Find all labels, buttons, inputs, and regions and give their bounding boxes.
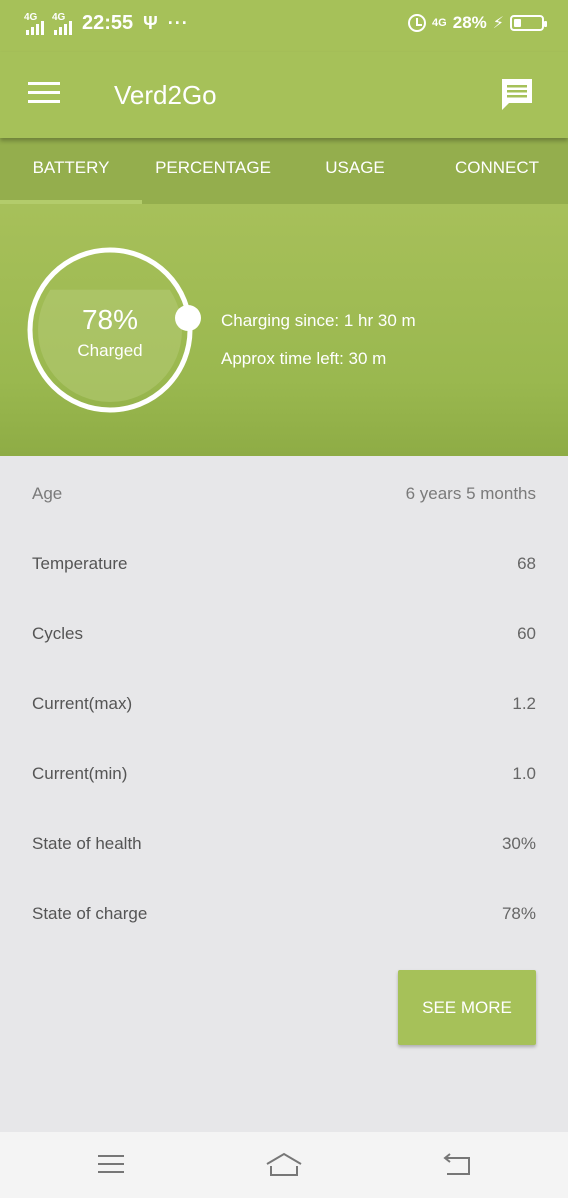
charge-panel: 78% Charged Charging since: 1 hr 30 m Ap…	[0, 204, 568, 456]
status-bar: 4G 4G 22:55 Ψ ··· 4G 28% ⚡	[0, 0, 568, 52]
detail-row-cycles: Cycles 60	[0, 598, 568, 668]
more-icon: ···	[167, 13, 189, 33]
system-nav-bar	[0, 1132, 568, 1198]
detail-value: 30%	[501, 834, 536, 853]
detail-label: State of charge	[32, 904, 148, 923]
usb-icon: Ψ	[143, 13, 158, 33]
alarm-icon	[408, 14, 427, 32]
detail-value: 1.0	[512, 764, 536, 783]
detail-row-temperature: Temperature 68	[0, 528, 568, 598]
detail-value: 68	[517, 554, 536, 573]
detail-row-state-of-health: State of health 30%	[0, 808, 568, 878]
detail-row-current-max: Current(max) 1.2	[0, 668, 568, 738]
tab-connect[interactable]: CONNECT	[426, 138, 568, 204]
recents-icon[interactable]	[91, 1150, 131, 1180]
charge-status: Charged	[77, 341, 143, 360]
time-left: Approx time left: 30 m	[221, 349, 387, 368]
battery-icon	[510, 15, 547, 31]
tab-usage[interactable]: USAGE	[284, 138, 426, 204]
detail-label: State of health	[32, 834, 142, 853]
see-more-button[interactable]: SEE MORE	[398, 970, 536, 1045]
battery-percent: 28%	[452, 13, 487, 32]
detail-label: Current(max)	[32, 694, 133, 713]
back-icon[interactable]	[437, 1150, 477, 1180]
tab-battery[interactable]: BATTERY	[0, 138, 142, 204]
detail-label: Current(min)	[32, 764, 128, 783]
detail-row-current-min: Current(min) 1.0	[0, 738, 568, 808]
detail-label: Temperature	[32, 554, 128, 573]
detail-row-state-of-charge: State of charge 78%	[0, 878, 568, 948]
charging-icon: ⚡	[492, 15, 504, 32]
app-bar: Verd2Go	[0, 52, 568, 138]
detail-value: 1.2	[512, 694, 536, 713]
home-icon[interactable]	[264, 1150, 304, 1180]
detail-value: 78%	[501, 904, 536, 923]
chat-icon[interactable]	[500, 77, 534, 111]
charge-percent: 78%	[81, 304, 139, 335]
signal-icon: 4G	[52, 12, 74, 35]
tab-percentage[interactable]: PERCENTAGE	[142, 138, 284, 204]
network-type: 4G	[432, 17, 447, 29]
detail-row-age: Age 6 years 5 months	[0, 458, 568, 528]
menu-icon[interactable]	[28, 82, 60, 104]
status-time: 22:55	[82, 12, 134, 34]
detail-value: 60	[517, 624, 536, 643]
detail-value: 6 years 5 months	[405, 484, 536, 503]
charging-since: Charging since: 1 hr 30 m	[221, 311, 416, 330]
app-title: Verd2Go	[114, 80, 217, 110]
battery-details-list: Age 6 years 5 months Temperature 68 Cycl…	[0, 458, 568, 948]
signal-icon: 4G	[24, 12, 46, 35]
detail-label: Cycles	[32, 624, 84, 643]
tab-bar: BATTERY PERCENTAGE USAGE CONNECT	[0, 138, 568, 204]
detail-label: Age	[32, 484, 63, 503]
